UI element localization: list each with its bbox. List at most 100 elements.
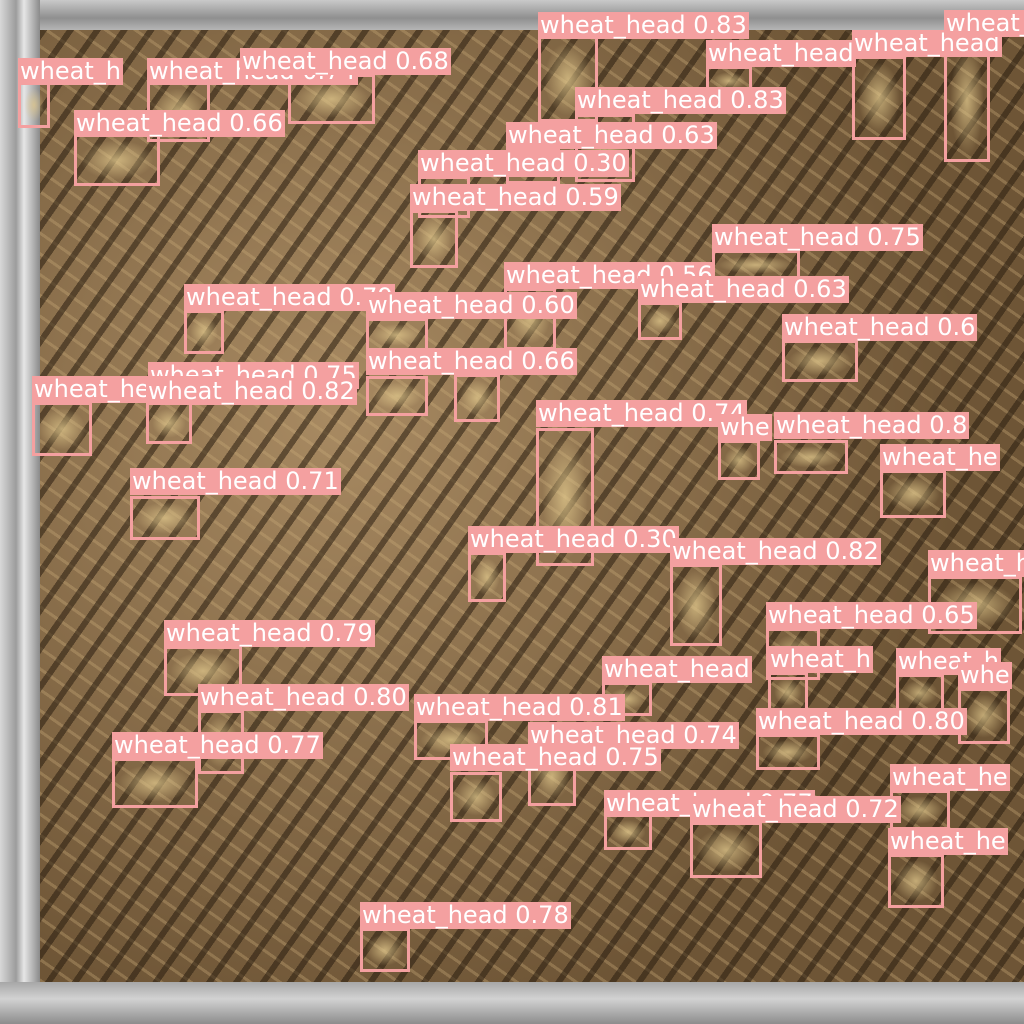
detection-label: wheat_head 0.82: [670, 538, 881, 565]
detection-box: [690, 822, 762, 878]
wheat-head: [762, 740, 814, 764]
detection-label: wheat_head 0.68: [240, 48, 451, 75]
wheat-head: [416, 216, 452, 262]
tray-frame-top: [0, 0, 1024, 30]
detection-label: wheat_head: [602, 656, 752, 683]
detection-label: wheat_head 0.74: [536, 400, 747, 427]
detection-box: [130, 496, 200, 540]
detection-box: [768, 672, 808, 712]
detection-label: wheat_head 0.6: [782, 314, 978, 341]
detection-box: [468, 552, 506, 602]
wheat-head: [136, 502, 194, 534]
wheat-head: [676, 570, 716, 640]
detection-label: wheat_head 0.81: [414, 694, 625, 721]
detection-label: wheat_head 0.71: [130, 468, 341, 495]
detection-label: wheat_head 0.78: [360, 902, 571, 929]
detection-label: wheat_h: [768, 646, 873, 673]
detection-label: wheat_head 0.72: [690, 796, 901, 823]
tray-frame-left: [0, 0, 40, 1024]
wheat-head: [118, 764, 192, 802]
wheat-head: [896, 796, 944, 824]
detection-box: [888, 854, 944, 908]
detection-box: [18, 82, 50, 128]
detection-label: wheat_head 0.59: [410, 184, 621, 211]
detection-box: [74, 134, 160, 186]
wheat-head: [780, 446, 842, 468]
wheat-head: [366, 934, 404, 966]
wheat-head: [788, 346, 852, 376]
detection-label: wheat_head 0.75: [712, 224, 923, 251]
wheat-head: [644, 308, 676, 334]
detection-label: wheat_head 0.30: [468, 526, 679, 553]
detection-box: [146, 402, 192, 444]
detection-label: wheat_head 0.75: [450, 744, 661, 771]
wheat-head: [858, 62, 900, 134]
wheat-head: [894, 860, 938, 902]
detection-label: wheat_head 0.80: [198, 684, 409, 711]
detection-label: whe: [958, 662, 1012, 689]
wheat-head: [774, 678, 802, 706]
wheat-head: [190, 316, 218, 348]
detection-box: [604, 814, 652, 850]
detection-label: wheat_he: [888, 828, 1008, 855]
detection-label: wheat_head: [706, 40, 856, 67]
detection-box: [880, 470, 946, 518]
wheat-head: [724, 446, 754, 474]
detection-label: wheat_h: [18, 58, 123, 85]
detection-box: [852, 56, 906, 140]
wheat-head: [696, 828, 756, 872]
detection-label: wheat_head 0.63: [638, 276, 849, 303]
detection-label: wheat_head 0.8: [774, 412, 970, 439]
detection-box: [184, 310, 224, 354]
tray-frame-bottom: [0, 982, 1024, 1024]
wheat-head: [38, 408, 86, 450]
wheat-head: [294, 80, 369, 118]
wheat-head: [474, 558, 500, 596]
detection-box: [896, 674, 944, 712]
detection-box: [774, 440, 848, 474]
wheat-head: [902, 680, 938, 706]
detection-label: wheat_head 0.60: [366, 292, 577, 319]
detection-box: [360, 928, 410, 972]
detection-label: wheat_head 0.79: [184, 284, 395, 311]
detection-label: wheat_he: [880, 444, 1000, 471]
detection-box: [450, 772, 502, 822]
detection-label: wheat_head: [944, 10, 1024, 37]
detection-label: wheat_head 0.80: [756, 708, 967, 735]
wheat-head: [460, 380, 494, 416]
detection-label: wheat_he: [928, 550, 1024, 577]
wheat-head: [80, 140, 154, 180]
detection-label: wheat_head 0.63: [506, 122, 717, 149]
detection-label: wheat_head 0.65: [766, 602, 977, 629]
wheat-head: [372, 324, 422, 346]
detection-box: [670, 564, 722, 646]
detection-box: [32, 402, 92, 456]
annotated-photo: wheat_head 0.83 wheat_head 0.83 wheat_head…: [0, 0, 1024, 1024]
wheat-head: [964, 694, 1004, 738]
wheat-head: [456, 778, 496, 816]
detection-label: whe: [718, 414, 772, 441]
wheat-head: [24, 88, 44, 122]
detection-label: wheat_head 0.83: [575, 87, 786, 114]
wheat-head: [886, 476, 940, 512]
detection-box: [756, 734, 820, 770]
detection-label: wheat_head 0.77: [112, 732, 323, 759]
detection-box: [112, 758, 198, 808]
detection-box: [366, 376, 428, 416]
detection-label: wheat_head 0.83: [538, 12, 749, 39]
detection-box: [366, 318, 428, 352]
detection-label: wheat_head 0.66: [366, 348, 577, 375]
detection-box: [638, 302, 682, 340]
detection-box: [454, 374, 500, 422]
detection-box: [410, 210, 458, 268]
wheat-head: [610, 820, 646, 844]
wheat-head: [152, 408, 186, 438]
detection-box: [782, 340, 858, 382]
wheat-head: [372, 382, 422, 410]
detection-box: [718, 440, 760, 480]
wheat-head: [950, 44, 984, 156]
wheat-head: [718, 256, 794, 274]
detection-label: wheat_head 0.82: [146, 378, 357, 405]
detection-label: wheat_he: [890, 764, 1010, 791]
detection-label: wheat_head 0.66: [74, 110, 285, 137]
